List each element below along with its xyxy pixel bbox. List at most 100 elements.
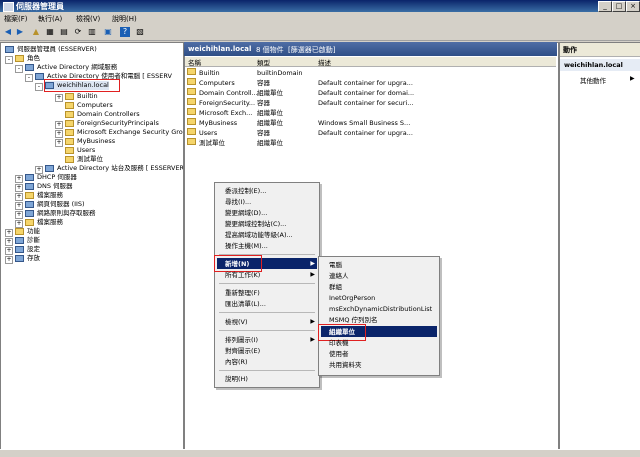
tree-item-mybusiness[interactable]: MyBusiness (65, 137, 115, 146)
properties-icon[interactable]: ▣ (103, 27, 113, 37)
menu-help[interactable]: 說明(H) (112, 14, 137, 24)
forward-icon[interactable]: ▶ (15, 27, 25, 37)
tree-item-exchange-security[interactable]: Microsoft Exchange Security Group (65, 128, 183, 137)
tree-item-features[interactable]: 功能 (15, 227, 40, 236)
copy-icon[interactable]: ▤ (59, 27, 69, 37)
folder-icon (187, 128, 196, 135)
toolbar: ◀ ▶ ▲ ▦ ▤ ⟳ ▥ ▣ ? ▧ (0, 24, 640, 41)
menu-item-export[interactable]: 匯出清單(L)... (225, 299, 266, 309)
submenu-arrow-icon: ▶ (310, 318, 315, 325)
tree-item-iis[interactable]: 網頁伺服器 (IIS) (25, 200, 85, 209)
col-desc[interactable]: 描述 (318, 57, 331, 67)
ou-icon (187, 88, 196, 95)
refresh-icon[interactable]: ⟳ (73, 27, 83, 37)
expand-icon[interactable]: + (5, 238, 13, 246)
menu-item-arrange-icons[interactable]: 排列圖示(I) (225, 335, 258, 345)
menu-item-all-tasks[interactable]: 所有工作(K) (225, 270, 260, 280)
nps-icon (25, 209, 34, 217)
expand-icon[interactable]: + (55, 130, 63, 138)
expand-icon[interactable]: + (55, 139, 63, 147)
new-submenu: 電腦 連絡人 群組 InetOrgPerson msExchDynamicDis… (318, 256, 440, 376)
dns-icon (25, 182, 34, 190)
col-type[interactable]: 類型 (257, 57, 270, 67)
expand-icon[interactable]: + (55, 121, 63, 129)
tree-item-file-services-2[interactable]: 檔案服務 (25, 218, 63, 227)
menu-item-help[interactable]: 說明(H) (225, 374, 248, 384)
menu-item-change-domain[interactable]: 變更網域(D)... (225, 208, 267, 218)
submenu-item-contact[interactable]: 連絡人 (329, 271, 349, 281)
submenu-item-dynamic-dl[interactable]: msExchDynamicDistributionList (329, 304, 432, 314)
tree-item-foreign-security[interactable]: ForeignSecurityPrincipals (65, 119, 159, 128)
window-title: 伺服器管理員 (16, 2, 64, 11)
show-tree-icon[interactable]: ▦ (45, 27, 55, 37)
tree-item-domain-controllers[interactable]: Domain Controllers (65, 110, 140, 119)
expand-icon[interactable]: + (15, 175, 23, 183)
actions-section[interactable]: weichihlan.local (560, 59, 640, 71)
menu-item-properties[interactable]: 內容(R) (225, 357, 248, 367)
submenu-item-user[interactable]: 使用者 (329, 349, 349, 359)
expand-icon[interactable]: + (15, 211, 23, 219)
configuration-icon (15, 245, 24, 253)
tree-item-ad-ds[interactable]: Active Directory 網域服務 (25, 63, 117, 72)
expand-icon[interactable]: + (15, 184, 23, 192)
tree-item-computers[interactable]: Computers (65, 101, 113, 110)
expand-icon[interactable]: + (15, 193, 23, 201)
menu-action[interactable]: 執行(A) (38, 14, 62, 24)
tree-item-storage[interactable]: 存放 (15, 254, 40, 263)
folder-icon (65, 110, 74, 118)
submenu-item-group[interactable]: 群組 (329, 282, 342, 292)
menu-item-delegate[interactable]: 委派控制(E)... (225, 186, 266, 196)
expand-icon[interactable]: + (15, 202, 23, 210)
collapse-icon[interactable]: - (5, 56, 13, 64)
collapse-icon[interactable]: - (15, 65, 23, 73)
submenu-item-shared-folder[interactable]: 共用資料夾 (329, 360, 362, 370)
tree-item-configuration[interactable]: 設定 (15, 245, 40, 254)
actions-title: 動作 (560, 43, 640, 57)
menu-item-line-up-icons[interactable]: 對齊圖示(E) (225, 346, 260, 356)
tree-item-nps[interactable]: 網路原則與存取服務 (25, 209, 96, 218)
tree-item-dhcp[interactable]: DHCP 伺服器 (25, 173, 77, 182)
collapse-icon[interactable]: - (25, 74, 33, 82)
close-button[interactable]: × (626, 1, 640, 12)
menu-item-operations-master[interactable]: 操作主機(M)... (225, 241, 268, 251)
menu-item-find[interactable]: 尋找(I)... (225, 197, 251, 207)
help-icon[interactable]: ? (120, 27, 130, 37)
expand-icon[interactable]: + (5, 256, 13, 264)
submenu-item-inetorgperson[interactable]: InetOrgPerson (329, 293, 375, 303)
menu-file[interactable]: 檔案(F) (4, 14, 28, 24)
tree-item-roles[interactable]: 角色 (15, 54, 40, 63)
file-services-icon (25, 218, 34, 226)
maximize-button[interactable]: □ (612, 1, 626, 12)
menu-item-raise-level[interactable]: 提高網域功能等級(A)... (225, 230, 293, 240)
more-actions-link[interactable]: 其他動作 (580, 75, 606, 85)
menu-view[interactable]: 檢視(V) (76, 14, 100, 24)
tree-item-builtin[interactable]: Builtin (65, 92, 98, 101)
tree-item-users[interactable]: Users (65, 146, 95, 155)
submenu-item-printer[interactable]: 印表機 (329, 338, 349, 348)
expand-icon[interactable]: + (5, 247, 13, 255)
menu-item-view[interactable]: 檢視(V) (225, 317, 248, 327)
tree-item-file-services[interactable]: 檔案服務 (25, 191, 63, 200)
tree-item-diagnostics[interactable]: 診斷 (15, 236, 40, 245)
col-name[interactable]: 名稱 (188, 57, 201, 67)
tree-item-ad-sites[interactable]: Active Directory 站台及服務 [ ESSERVER (45, 164, 183, 173)
submenu-item-computer[interactable]: 電腦 (329, 260, 342, 270)
tree-item-server-manager[interactable]: 伺服器管理員 (ESSERVER) (5, 45, 97, 54)
tree-item-test-ou[interactable]: 測試單位 (65, 155, 103, 164)
content-domain: weichihlan.local (188, 45, 252, 53)
menu-separator (219, 283, 315, 284)
up-folder-icon[interactable]: ▲ (31, 27, 41, 37)
back-icon[interactable]: ◀ (3, 27, 13, 37)
export-icon[interactable]: ▥ (87, 27, 97, 37)
menu-item-change-dc[interactable]: 變更網域控制站(C)... (225, 219, 286, 229)
expand-icon[interactable]: + (5, 229, 13, 237)
collapse-icon[interactable]: - (35, 83, 43, 91)
tree-item-dns[interactable]: DNS 伺服器 (25, 182, 73, 191)
minimize-button[interactable]: _ (598, 1, 612, 12)
highlight-box (44, 79, 120, 92)
menu-item-refresh[interactable]: 重新整理(F) (225, 288, 260, 298)
folder-icon (65, 137, 74, 145)
ou-icon (187, 108, 196, 115)
console-icon[interactable]: ▧ (135, 27, 145, 37)
expand-icon[interactable]: + (55, 94, 63, 102)
